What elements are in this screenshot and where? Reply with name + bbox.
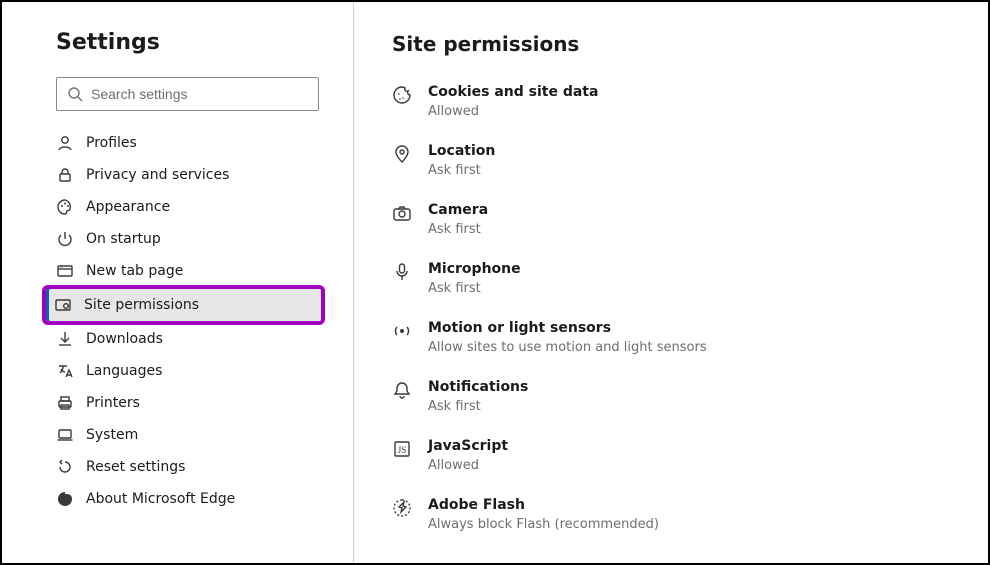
nav-about[interactable]: About Microsoft Edge (48, 483, 319, 515)
search-box[interactable] (56, 77, 319, 111)
palette-icon (56, 198, 74, 216)
perm-notifications[interactable]: Notifications Ask first (392, 379, 950, 414)
nav-reset[interactable]: Reset settings (48, 451, 319, 483)
perm-title: Adobe Flash (428, 497, 659, 513)
flash-icon (392, 498, 412, 518)
perm-sub: Ask first (428, 163, 495, 178)
tab-icon (56, 262, 74, 280)
nav-label: About Microsoft Edge (86, 491, 235, 507)
power-icon (56, 230, 74, 248)
nav-newtab[interactable]: New tab page (48, 255, 319, 287)
lock-icon (56, 166, 74, 184)
nav-label: Appearance (86, 199, 170, 215)
perm-location[interactable]: Location Ask first (392, 143, 950, 178)
nav-system[interactable]: System (48, 419, 319, 451)
nav-downloads[interactable]: Downloads (48, 323, 319, 355)
nav-label: On startup (86, 231, 161, 247)
perm-sub: Always block Flash (recommended) (428, 517, 659, 532)
perm-title: Notifications (428, 379, 528, 395)
nav-label: Privacy and services (86, 167, 229, 183)
nav-languages[interactable]: Languages (48, 355, 319, 387)
permissions-icon (54, 296, 72, 314)
perm-sub: Allowed (428, 458, 508, 473)
perm-title: Microphone (428, 261, 521, 277)
nav-label: Profiles (86, 135, 137, 151)
perm-title: Location (428, 143, 495, 159)
microphone-icon (392, 262, 412, 282)
edge-icon (56, 490, 74, 508)
perm-cookies[interactable]: Cookies and site data Allowed (392, 84, 950, 119)
perm-sub: Ask first (428, 222, 488, 237)
nav-appearance[interactable]: Appearance (48, 191, 319, 223)
settings-heading: Settings (56, 30, 319, 55)
nav-label: System (86, 427, 138, 443)
nav-label: Reset settings (86, 459, 185, 475)
nav-printers[interactable]: Printers (48, 387, 319, 419)
svg-text:JS: JS (398, 445, 407, 455)
highlight-box: Site permissions (42, 285, 325, 325)
perm-title: Motion or light sensors (428, 320, 707, 336)
nav-label: Languages (86, 363, 162, 379)
nav-site-permissions[interactable]: Site permissions (46, 289, 321, 321)
nav-profiles[interactable]: Profiles (48, 127, 319, 159)
nav-label: New tab page (86, 263, 183, 279)
printer-icon (56, 394, 74, 412)
person-icon (56, 134, 74, 152)
perm-sub: Ask first (428, 399, 528, 414)
motion-icon (392, 321, 412, 341)
settings-sidebar: Settings Profiles Privacy and services A… (2, 2, 354, 563)
perm-microphone[interactable]: Microphone Ask first (392, 261, 950, 296)
perm-flash[interactable]: Adobe Flash Always block Flash (recommen… (392, 497, 950, 532)
nav-label: Site permissions (84, 297, 199, 313)
camera-icon (392, 203, 412, 223)
perm-javascript[interactable]: JS JavaScript Allowed (392, 438, 950, 473)
nav-label: Downloads (86, 331, 163, 347)
laptop-icon (56, 426, 74, 444)
location-icon (392, 144, 412, 164)
cookie-icon (392, 85, 412, 105)
perm-title: JavaScript (428, 438, 508, 454)
perm-title: Cookies and site data (428, 84, 598, 100)
language-icon (56, 362, 74, 380)
reset-icon (56, 458, 74, 476)
nav-privacy[interactable]: Privacy and services (48, 159, 319, 191)
perm-sub: Allowed (428, 104, 598, 119)
javascript-icon: JS (392, 439, 412, 459)
perm-sub: Allow sites to use motion and light sens… (428, 340, 707, 355)
perm-title: Camera (428, 202, 488, 218)
perm-motion[interactable]: Motion or light sensors Allow sites to u… (392, 320, 950, 355)
settings-nav: Profiles Privacy and services Appearance… (48, 127, 319, 515)
nav-label: Printers (86, 395, 140, 411)
perm-sub: Ask first (428, 281, 521, 296)
download-icon (56, 330, 74, 348)
search-icon (67, 86, 83, 102)
bell-icon (392, 380, 412, 400)
search-input[interactable] (91, 86, 308, 102)
settings-content: Site permissions Cookies and site data A… (354, 2, 988, 563)
perm-camera[interactable]: Camera Ask first (392, 202, 950, 237)
page-title: Site permissions (392, 32, 950, 56)
nav-startup[interactable]: On startup (48, 223, 319, 255)
